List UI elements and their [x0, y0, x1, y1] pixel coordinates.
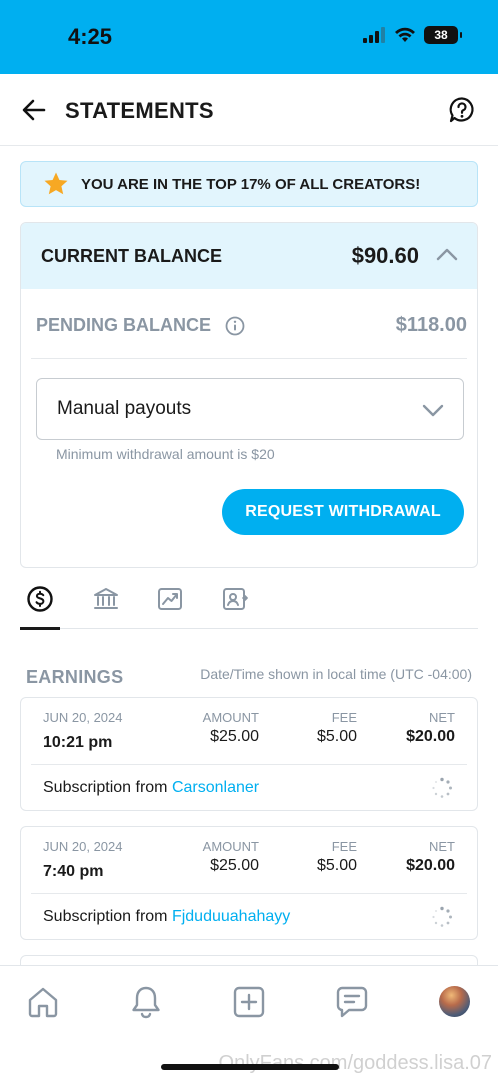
fee-value: $5.00 — [316, 857, 357, 874]
amount-value: $25.00 — [210, 857, 259, 874]
bottom-navigation: OnlyFans.com/goddess.lisa.07 — [0, 965, 498, 1080]
transaction-description: Subscription from Carsonlaner — [43, 779, 259, 797]
statement-tabs — [20, 570, 478, 630]
chart-icon — [158, 588, 182, 610]
payout-mode-value: Manual payouts — [57, 398, 192, 419]
pending-spinner-icon — [432, 906, 452, 927]
minimum-withdrawal-note: Minimum withdrawal amount is $20 — [56, 446, 275, 462]
nav-notifications[interactable] — [128, 984, 164, 1020]
tab-earnings[interactable] — [20, 570, 60, 630]
nav-messages[interactable] — [334, 984, 370, 1020]
avatar[interactable] — [439, 986, 470, 1017]
nav-new-post[interactable] — [231, 984, 267, 1020]
wifi-icon — [395, 27, 415, 42]
description-text: Subscription from — [43, 908, 168, 925]
transaction-time: 10:21 pm — [43, 734, 113, 751]
amount-value: $25.00 — [210, 728, 259, 745]
transaction-description: Subscription from Fjduduuahahayy — [43, 908, 290, 926]
bank-icon — [94, 588, 118, 609]
transaction-card[interactable]: JUN 20, 2024 7:40 pm AMOUNT $25.00 FEE $… — [20, 826, 478, 940]
user-link[interactable]: Carsonlaner — [172, 779, 259, 796]
page-title: STATEMENTS — [65, 98, 214, 123]
amount-label: AMOUNT — [202, 839, 259, 854]
request-withdrawal-button[interactable]: REQUEST WITHDRAWAL — [222, 489, 464, 535]
back-arrow-icon[interactable] — [20, 96, 48, 124]
message-icon — [336, 986, 368, 1018]
status-bar: 4:25 38 — [0, 0, 498, 74]
transaction-date: JUN 20, 2024 — [43, 710, 123, 725]
chevron-up-icon[interactable] — [435, 243, 459, 267]
net-label: NET — [429, 839, 455, 854]
current-balance-amount: $90.60 — [351, 243, 419, 268]
transaction-card[interactable]: JUN 20, 2024 10:21 pm AMOUNT $25.00 FEE … — [20, 697, 478, 811]
chevron-down-icon — [422, 404, 444, 417]
pending-balance-amount: $118.00 — [395, 314, 467, 336]
net-value: $20.00 — [406, 857, 455, 874]
home-indicator — [161, 1064, 339, 1070]
earnings-title: EARNINGS — [26, 667, 124, 687]
tab-payouts[interactable] — [86, 570, 126, 628]
bell-icon — [132, 986, 160, 1019]
nav-home[interactable] — [25, 984, 61, 1020]
status-icons: 38 — [362, 26, 462, 44]
pending-balance-label: PENDING BALANCE — [36, 315, 212, 335]
balance-card: CURRENT BALANCE $90.60 PENDING BALANCE $… — [20, 222, 478, 568]
divider — [31, 764, 467, 765]
banner-text: YOU ARE IN THE TOP 17% OF ALL CREATORS! — [81, 175, 421, 193]
tab-statistics[interactable] — [150, 570, 190, 628]
amount-label: AMOUNT — [202, 710, 259, 725]
divider — [31, 893, 467, 894]
current-balance-header[interactable]: CURRENT BALANCE $90.60 — [21, 223, 477, 289]
page-header: STATEMENTS — [0, 74, 498, 146]
fee-value: $5.00 — [316, 728, 357, 745]
battery-indicator: 38 — [424, 26, 462, 44]
id-card-icon — [223, 588, 248, 610]
net-value: $20.00 — [406, 728, 455, 745]
home-icon — [28, 987, 58, 1018]
dollar-circle-icon — [27, 586, 53, 612]
transaction-time: 7:40 pm — [43, 863, 104, 880]
status-time: 4:25 — [68, 24, 113, 49]
plus-square-icon — [233, 986, 265, 1018]
user-link[interactable]: Fjduduuahahayy — [172, 908, 290, 925]
transaction-date: JUN 20, 2024 — [43, 839, 123, 854]
current-balance-label: CURRENT BALANCE — [41, 246, 222, 266]
description-text: Subscription from — [43, 779, 168, 796]
help-icon[interactable] — [448, 96, 476, 124]
fee-label: FEE — [331, 839, 357, 854]
timezone-note: Date/Time shown in local time (UTC -04:0… — [200, 666, 472, 682]
pending-spinner-icon — [432, 777, 452, 798]
payout-mode-select[interactable]: Manual payouts — [36, 378, 464, 440]
net-label: NET — [429, 710, 455, 725]
cellular-signal-icon — [363, 27, 385, 43]
info-icon[interactable] — [225, 316, 245, 336]
pending-balance-row: PENDING BALANCE $118.00 — [31, 289, 467, 359]
top-creator-banner: YOU ARE IN THE TOP 17% OF ALL CREATORS! — [20, 161, 478, 207]
tab-referrals[interactable] — [215, 570, 255, 628]
fee-label: FEE — [331, 710, 357, 725]
star-icon — [44, 172, 68, 195]
